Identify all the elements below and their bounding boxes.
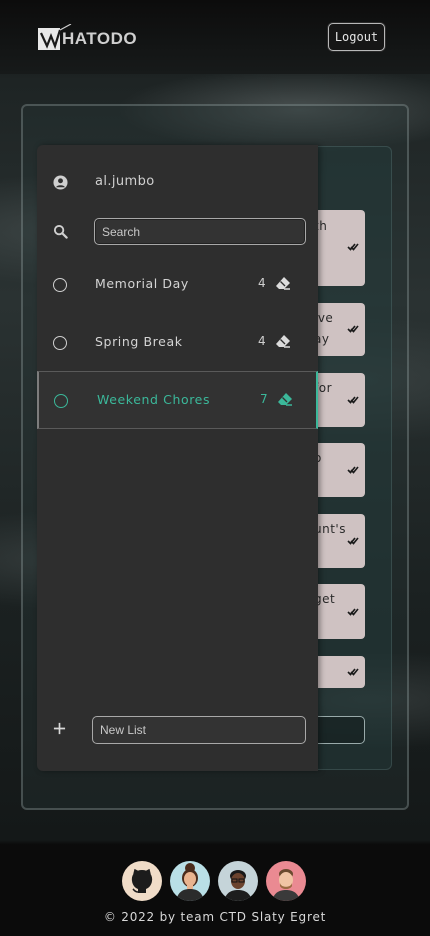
user-circle-icon: [53, 175, 68, 190]
task-item[interactable]: get: [310, 584, 365, 639]
list-item-weekend-chores[interactable]: Weekend Chores 7: [37, 371, 318, 429]
app-header: HATODO Logout: [0, 0, 430, 74]
list-count: 4: [258, 276, 266, 290]
task-item[interactable]: unt's: [310, 514, 365, 568]
logout-button[interactable]: Logout: [328, 23, 385, 51]
eraser-icon[interactable]: [277, 391, 293, 407]
plus-icon[interactable]: [53, 722, 66, 735]
search-icon: [53, 224, 68, 239]
task-item[interactable]: th: [310, 210, 365, 286]
list-name: Memorial Day: [95, 276, 189, 291]
new-task-input[interactable]: [316, 716, 365, 744]
double-check-icon[interactable]: [347, 535, 359, 547]
double-check-icon[interactable]: [347, 606, 359, 618]
username: al.jumbo: [95, 174, 155, 189]
task-item[interactable]: ive ay: [310, 303, 365, 356]
eraser-icon[interactable]: [275, 275, 291, 291]
github-icon[interactable]: [122, 861, 162, 901]
list-circle-icon: [54, 394, 68, 408]
avatar-team-member-3[interactable]: [266, 861, 306, 901]
task-item[interactable]: o: [310, 443, 365, 497]
double-check-icon[interactable]: [347, 464, 359, 476]
footer: © 2022 by team CTD Slaty Egret: [0, 845, 430, 936]
list-count: 7: [260, 392, 268, 406]
task-item[interactable]: for: [310, 373, 365, 427]
double-check-icon[interactable]: [347, 666, 359, 678]
avatar-team-member-2[interactable]: [218, 861, 258, 901]
search-input[interactable]: [94, 218, 306, 245]
list-count: 4: [258, 334, 266, 348]
double-check-icon[interactable]: [347, 394, 359, 406]
avatar-team-member-1[interactable]: [170, 861, 210, 901]
list-name: Spring Break: [95, 334, 183, 349]
list-circle-icon: [53, 336, 67, 350]
sidebar: al.jumbo Memorial Day 4 Spring Break 4 W…: [37, 145, 318, 771]
eraser-icon[interactable]: [275, 333, 291, 349]
task-item[interactable]: [310, 656, 365, 688]
logo[interactable]: HATODO: [38, 24, 138, 52]
list-name: Weekend Chores: [97, 392, 211, 407]
list-item-memorial-day[interactable]: Memorial Day 4: [37, 256, 318, 314]
logo-mark-icon: [38, 24, 72, 50]
double-check-icon[interactable]: [347, 241, 359, 253]
list-item-spring-break[interactable]: Spring Break 4: [37, 314, 318, 372]
new-list-input[interactable]: [92, 716, 306, 744]
copyright-text: © 2022 by team CTD Slaty Egret: [103, 910, 327, 924]
double-check-icon[interactable]: [347, 323, 359, 335]
logo-text: HATODO: [62, 29, 138, 48]
list-circle-icon: [53, 278, 67, 292]
task-text: unt's: [314, 522, 346, 536]
